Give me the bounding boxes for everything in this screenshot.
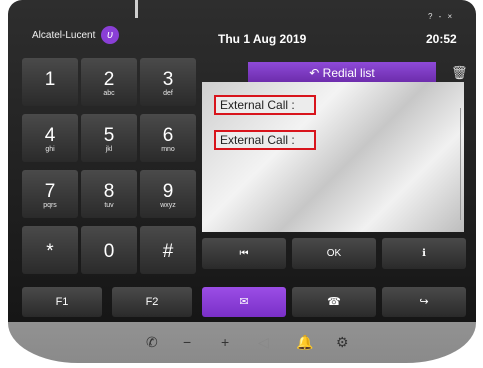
mail-icon: ✉ [239, 296, 249, 308]
scrollbar[interactable] [460, 108, 461, 220]
redial-entry[interactable]: External Call : [214, 130, 316, 150]
phone-screen: Alcatel-Lucent ʋ ? - × Thu 1 Aug 2019 20… [8, 0, 476, 322]
redial-entry[interactable]: External Call : [214, 95, 316, 115]
brand-label: Alcatel-Lucent [32, 30, 96, 41]
volume-up-icon[interactable]: + [221, 334, 229, 350]
f2-button[interactable]: F2 [112, 287, 192, 317]
time-display: 20:52 [426, 32, 457, 46]
volume-down-icon[interactable]: − [183, 334, 191, 350]
key-7[interactable]: 7 pqrs [22, 170, 78, 218]
brand-logo-icon: ʋ [101, 26, 119, 44]
key-6[interactable]: 6 mno [140, 114, 196, 162]
phone-device: Alcatel-Lucent ʋ ? - × Thu 1 Aug 2019 20… [8, 0, 476, 363]
first-button[interactable]: ⏮ [202, 238, 286, 269]
transfer-icon: ↪ [419, 296, 429, 308]
key-0[interactable]: 0 [81, 226, 137, 274]
key-8[interactable]: 8 tuv [81, 170, 137, 218]
transfer-button[interactable]: ↪ [382, 287, 466, 317]
handset-icon[interactable]: ✆ [146, 334, 158, 351]
key-1[interactable]: 1 [22, 58, 78, 106]
key-9[interactable]: 9 wxyz [140, 170, 196, 218]
date-display: Thu 1 Aug 2019 [218, 32, 307, 46]
tab-redial-list[interactable]: ↶ Redial list [248, 62, 436, 84]
info-button[interactable]: ℹ [382, 238, 466, 269]
hangup-button[interactable]: ☎ [292, 287, 376, 317]
hangup-icon: ☎ [327, 296, 341, 308]
key-4[interactable]: 4 ghi [22, 114, 78, 162]
top-bar: Alcatel-Lucent ʋ ? - × Thu 1 Aug 2019 20… [8, 0, 476, 56]
bottom-control-bar [8, 322, 476, 363]
settings-icon[interactable]: ⚙ [336, 334, 349, 351]
key-2[interactable]: 2 abc [81, 58, 137, 106]
voicemail-button[interactable]: ✉ [202, 287, 286, 317]
bell-icon[interactable]: 🔔 [296, 334, 313, 351]
key-star[interactable]: * [22, 226, 78, 274]
window-controls[interactable]: ? - × [428, 12, 454, 21]
trash-icon[interactable]: 🗑 [451, 65, 468, 81]
info-icon: ℹ [422, 248, 426, 259]
key-5[interactable]: 5 jkl [81, 114, 137, 162]
key-3[interactable]: 3 def [140, 58, 196, 106]
key-hash[interactable]: # [140, 226, 196, 274]
notch [135, 0, 138, 18]
speaker-icon[interactable]: ◁ [258, 334, 269, 351]
ok-button[interactable]: OK [292, 238, 376, 269]
skip-back-icon: ⏮ [239, 248, 249, 259]
f1-button[interactable]: F1 [22, 287, 102, 317]
